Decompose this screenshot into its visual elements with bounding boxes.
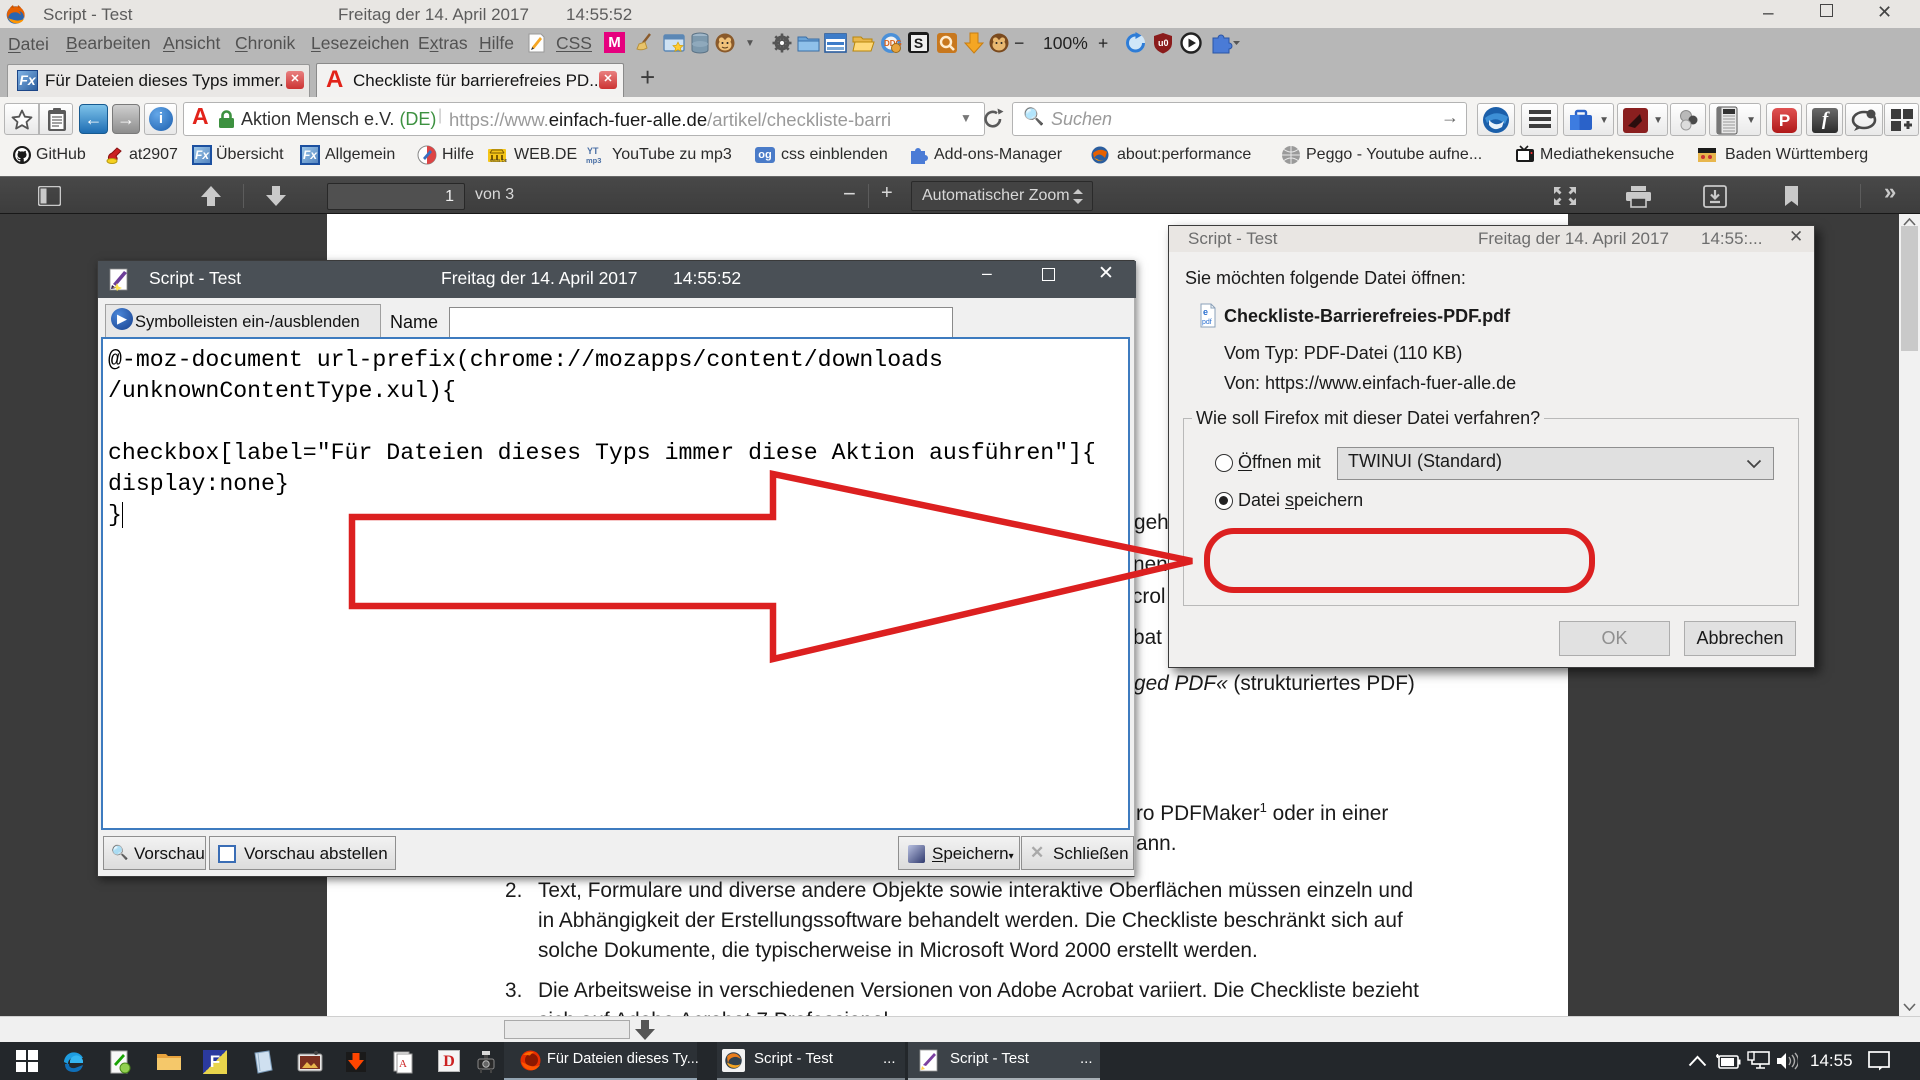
svg-text:pdf: pdf <box>1202 319 1212 326</box>
svg-text:u0: u0 <box>1158 38 1169 48</box>
svg-text:e: e <box>1203 307 1208 317</box>
svg-text:A: A <box>399 1058 407 1070</box>
svg-text:YT: YT <box>587 146 599 156</box>
svg-text:WEB.DE: WEB.DE <box>490 158 507 163</box>
svg-text:mp3: mp3 <box>586 156 601 165</box>
